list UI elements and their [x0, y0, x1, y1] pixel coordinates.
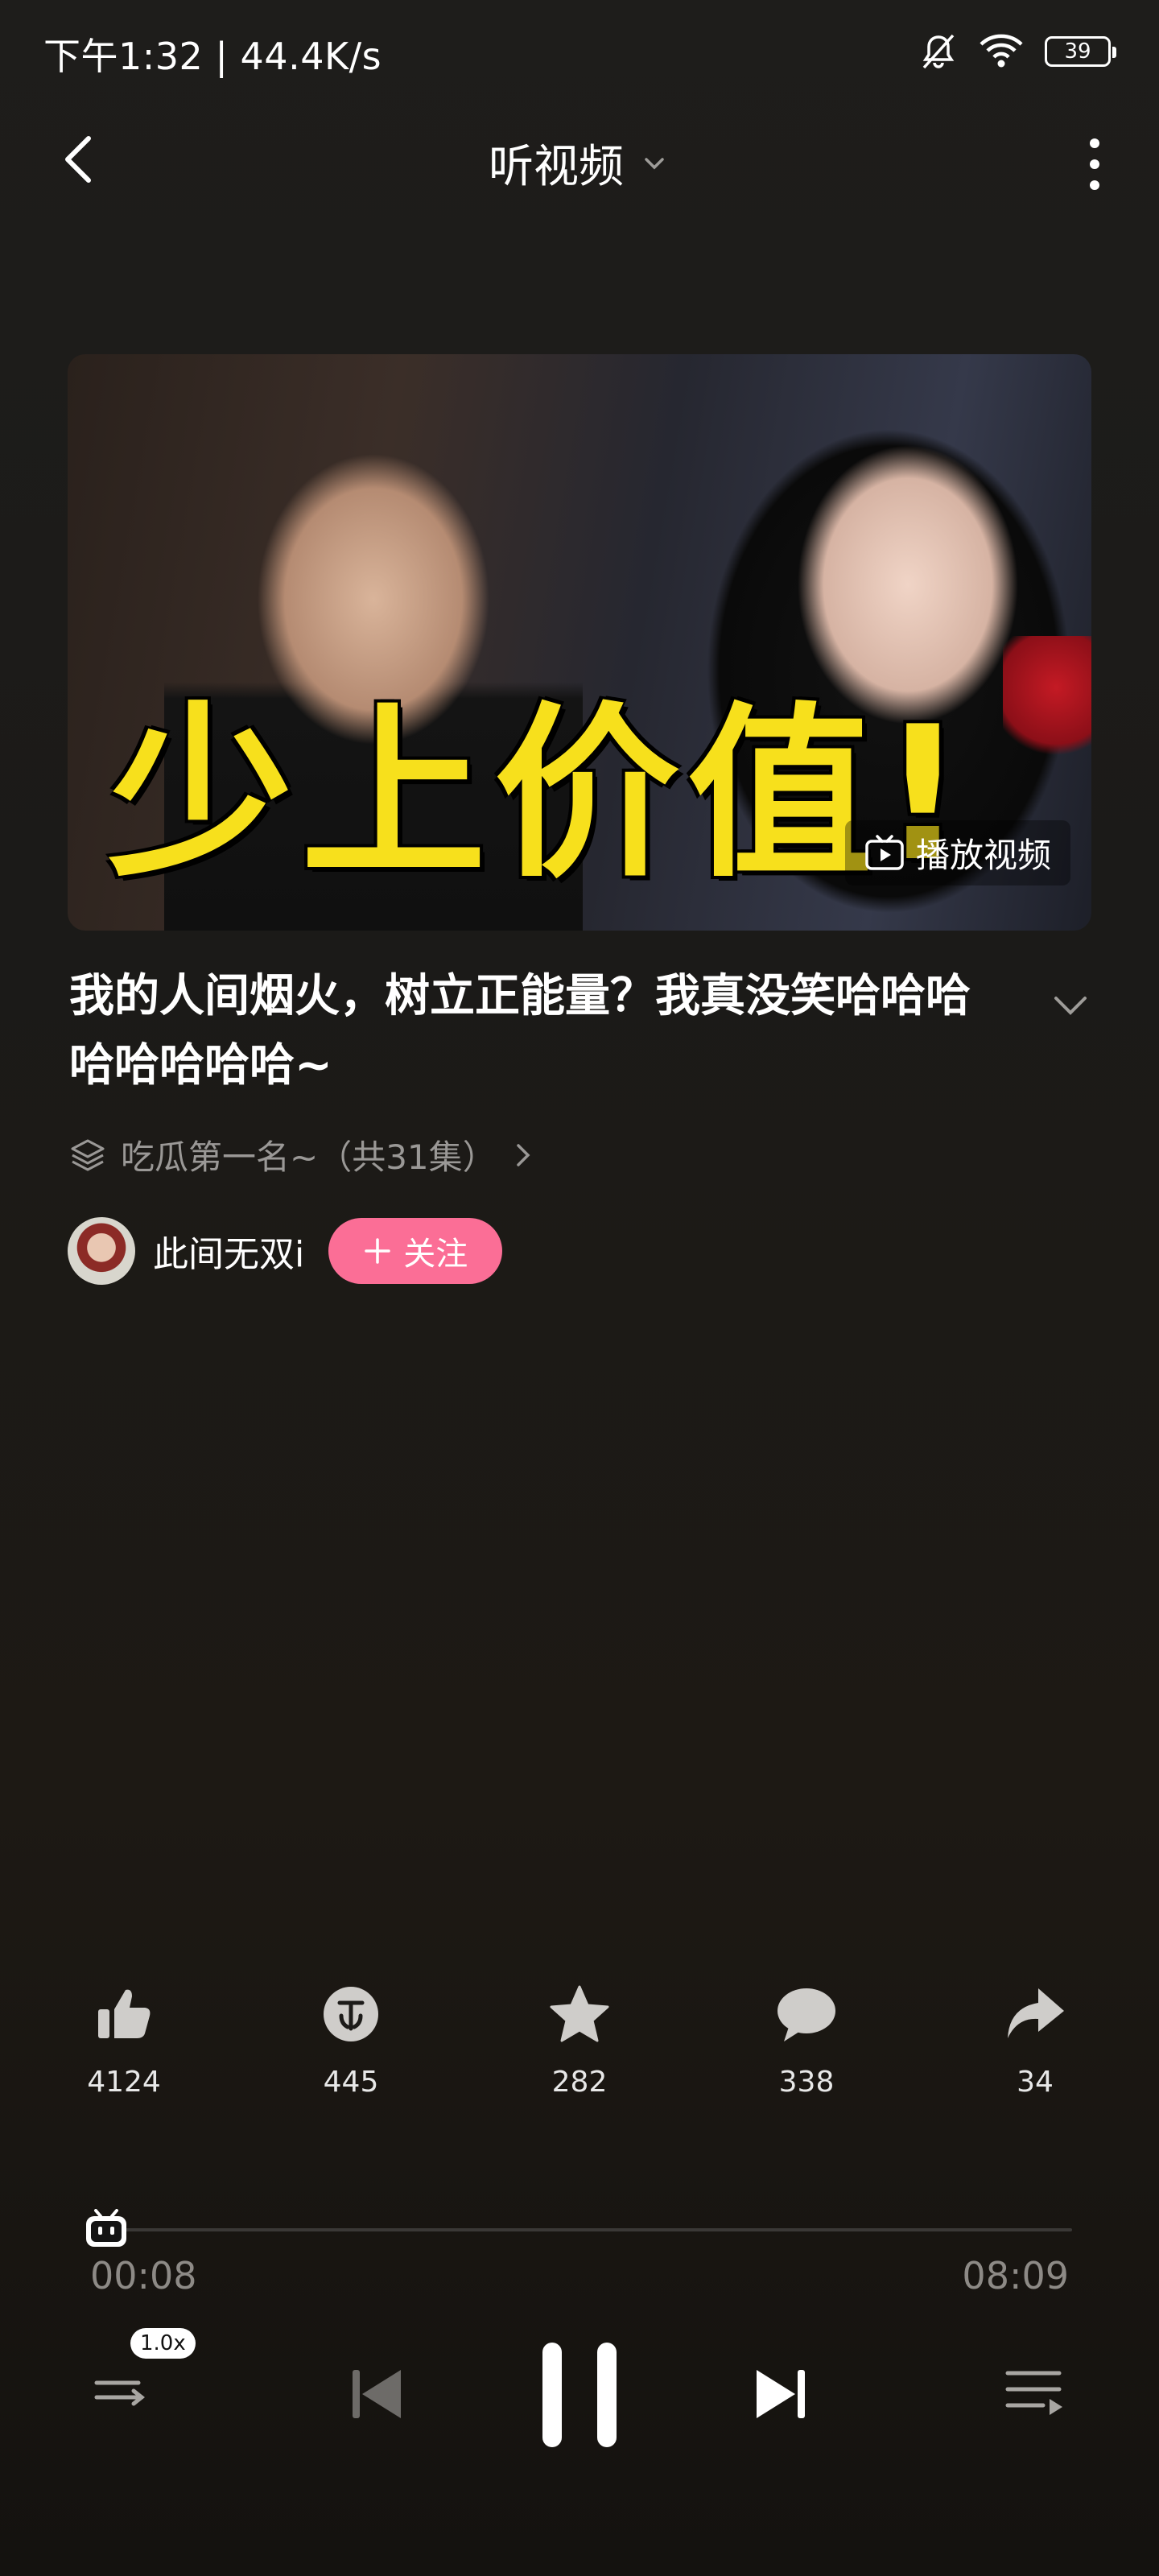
- share-arrow-icon: [1008, 1988, 1064, 2038]
- favorite-button[interactable]: 282: [515, 1980, 644, 2099]
- pause-icon[interactable]: [531, 2334, 628, 2455]
- page-title: 听视频: [489, 141, 624, 193]
- comment-count: 338: [778, 2066, 835, 2099]
- play-video-button[interactable]: 播放视频: [844, 820, 1070, 886]
- title-dropdown[interactable]: 听视频: [0, 130, 1159, 196]
- status-time-speed: 下午1:32 | 44.4K/s: [43, 35, 382, 78]
- action-bar: 4124 445 282 338 34: [0, 1980, 1159, 2125]
- progress-bar[interactable]: [80, 2206, 1072, 2254]
- uploader-name[interactable]: 此间无双i: [153, 1225, 304, 1277]
- layers-icon: [71, 1139, 105, 1170]
- share-button[interactable]: 34: [971, 1980, 1099, 2099]
- uploader-row: 此间无双i 关注: [68, 1217, 503, 1285]
- progress-track: [97, 2228, 1072, 2231]
- loop-order-icon: [94, 2380, 146, 2406]
- video-cover[interactable]: 少上价值! 播放视频: [68, 354, 1091, 931]
- battery-indicator: 39: [1045, 36, 1116, 67]
- coin-icon: [324, 1987, 378, 2041]
- avatar[interactable]: [68, 1217, 135, 1285]
- favorite-count: 282: [551, 2066, 608, 2099]
- comment-button[interactable]: 338: [742, 1980, 871, 2099]
- speed-badge[interactable]: 1.0x: [130, 2328, 196, 2359]
- chevron-down-icon: [645, 157, 664, 169]
- playlist-icon[interactable]: [1003, 2362, 1067, 2426]
- collection-link[interactable]: 吃瓜第一名~（共31集）: [69, 1130, 535, 1179]
- follow-label: 关注: [403, 1236, 468, 1273]
- cover-caption: 少上价值!: [108, 687, 973, 902]
- comment-bubble-icon: [777, 1988, 835, 2041]
- battery-level: 39: [1064, 39, 1091, 64]
- star-icon: [550, 1985, 609, 2042]
- previous-track-icon[interactable]: [344, 2362, 409, 2426]
- header: 听视频: [0, 113, 1159, 209]
- plus-icon: [365, 1238, 390, 1264]
- next-track-icon[interactable]: [749, 2362, 813, 2426]
- total-time: 08:09: [962, 2254, 1069, 2297]
- cover-rose: [1003, 636, 1091, 765]
- current-time: 00:08: [90, 2254, 197, 2297]
- collection-label: 吃瓜第一名~（共31集）: [121, 1137, 497, 1177]
- video-title: 我的人间烟火，树立正能量？我真没笑哈哈哈哈哈哈哈哈~: [69, 970, 971, 1092]
- wifi-icon: [980, 34, 1023, 68]
- silent-bell-icon: [922, 34, 955, 69]
- thumbs-up-icon: [98, 1989, 151, 2038]
- like-count: 4124: [87, 2066, 161, 2099]
- coin-button[interactable]: 445: [287, 1980, 415, 2099]
- share-count: 34: [1017, 2066, 1054, 2099]
- expand-chevron-icon[interactable]: [1046, 980, 1095, 1029]
- play-video-label: 播放视频: [915, 836, 1051, 875]
- tv-play-icon: [865, 834, 904, 870]
- status-bar: 下午1:32 | 44.4K/s 39: [0, 0, 1159, 105]
- status-icons: 39: [919, 32, 1116, 71]
- coin-count: 445: [323, 2066, 379, 2099]
- chevron-right-icon: [516, 1143, 530, 1166]
- more-options-icon[interactable]: [1079, 132, 1111, 196]
- follow-button[interactable]: 关注: [328, 1218, 503, 1284]
- speed-button[interactable]: [89, 2359, 153, 2426]
- player-controls: 1.0x: [0, 2318, 1159, 2479]
- tv-thumb-icon[interactable]: [83, 2209, 130, 2249]
- like-button[interactable]: 4124: [60, 1980, 188, 2099]
